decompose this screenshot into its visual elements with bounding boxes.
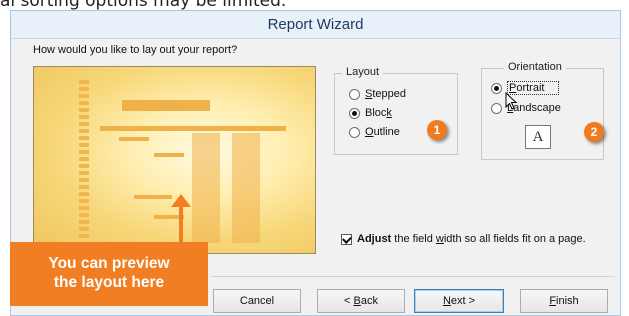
- preview-callout: You can preview the layout here: [10, 242, 208, 306]
- preview-title-block: [122, 100, 210, 111]
- layout-preview: [33, 66, 316, 254]
- preview-column: [154, 153, 184, 157]
- orientation-landscape-radio[interactable]: Landscape: [491, 102, 561, 114]
- orientation-portrait-radio[interactable]: Portrait: [491, 81, 560, 95]
- orientation-legend: Orientation: [504, 61, 566, 73]
- layout-group: Layout Stepped Block Outline: [334, 66, 458, 155]
- option-label: Stepped: [365, 88, 406, 100]
- callout-text: You can preview the layout here: [48, 255, 170, 291]
- adjust-field-width-checkbox[interactable]: Adjust the field width so all fields fit…: [341, 233, 611, 245]
- page-orientation-icon: A: [525, 125, 551, 149]
- checkbox-label: Adjust the field width so all fields fit…: [357, 233, 586, 245]
- preview-row-markers: [79, 80, 89, 240]
- layout-stepped-radio[interactable]: Stepped: [349, 88, 406, 100]
- option-label: Block: [365, 107, 392, 119]
- mouse-cursor-icon: [505, 92, 517, 110]
- step-badge-2: 2: [584, 122, 604, 142]
- preview-header-row: [100, 126, 286, 131]
- callout-arrow-shaft: [179, 205, 183, 243]
- preview-glow: [34, 67, 315, 253]
- option-label: Outline: [365, 126, 400, 138]
- layout-legend: Layout: [342, 66, 384, 78]
- button-separator: [211, 276, 615, 277]
- layout-outline-radio[interactable]: Outline: [349, 126, 400, 138]
- preview-column: [192, 133, 220, 243]
- finish-button[interactable]: Finish: [520, 289, 608, 313]
- step-badge-1: 1: [427, 120, 447, 140]
- radio-circle-selected[interactable]: [491, 82, 502, 94]
- preview-column: [134, 195, 172, 199]
- radio-circle-selected[interactable]: [349, 107, 360, 119]
- orientation-group: Orientation Portrait Landscape A: [481, 61, 604, 160]
- radio-circle[interactable]: [491, 102, 502, 114]
- checkbox-checked[interactable]: [341, 234, 352, 245]
- radio-circle[interactable]: [349, 126, 360, 138]
- radio-circle[interactable]: [349, 88, 360, 100]
- layout-question: How would you like to lay out your repor…: [33, 44, 238, 56]
- back-button[interactable]: < Back: [317, 289, 405, 313]
- preview-column: [119, 137, 149, 141]
- next-button[interactable]: Next >: [414, 289, 504, 313]
- preview-column: [232, 133, 260, 243]
- dialog-title: Report Wizard: [11, 11, 620, 39]
- layout-block-radio[interactable]: Block: [349, 107, 392, 119]
- cancel-button[interactable]: Cancel: [213, 289, 301, 313]
